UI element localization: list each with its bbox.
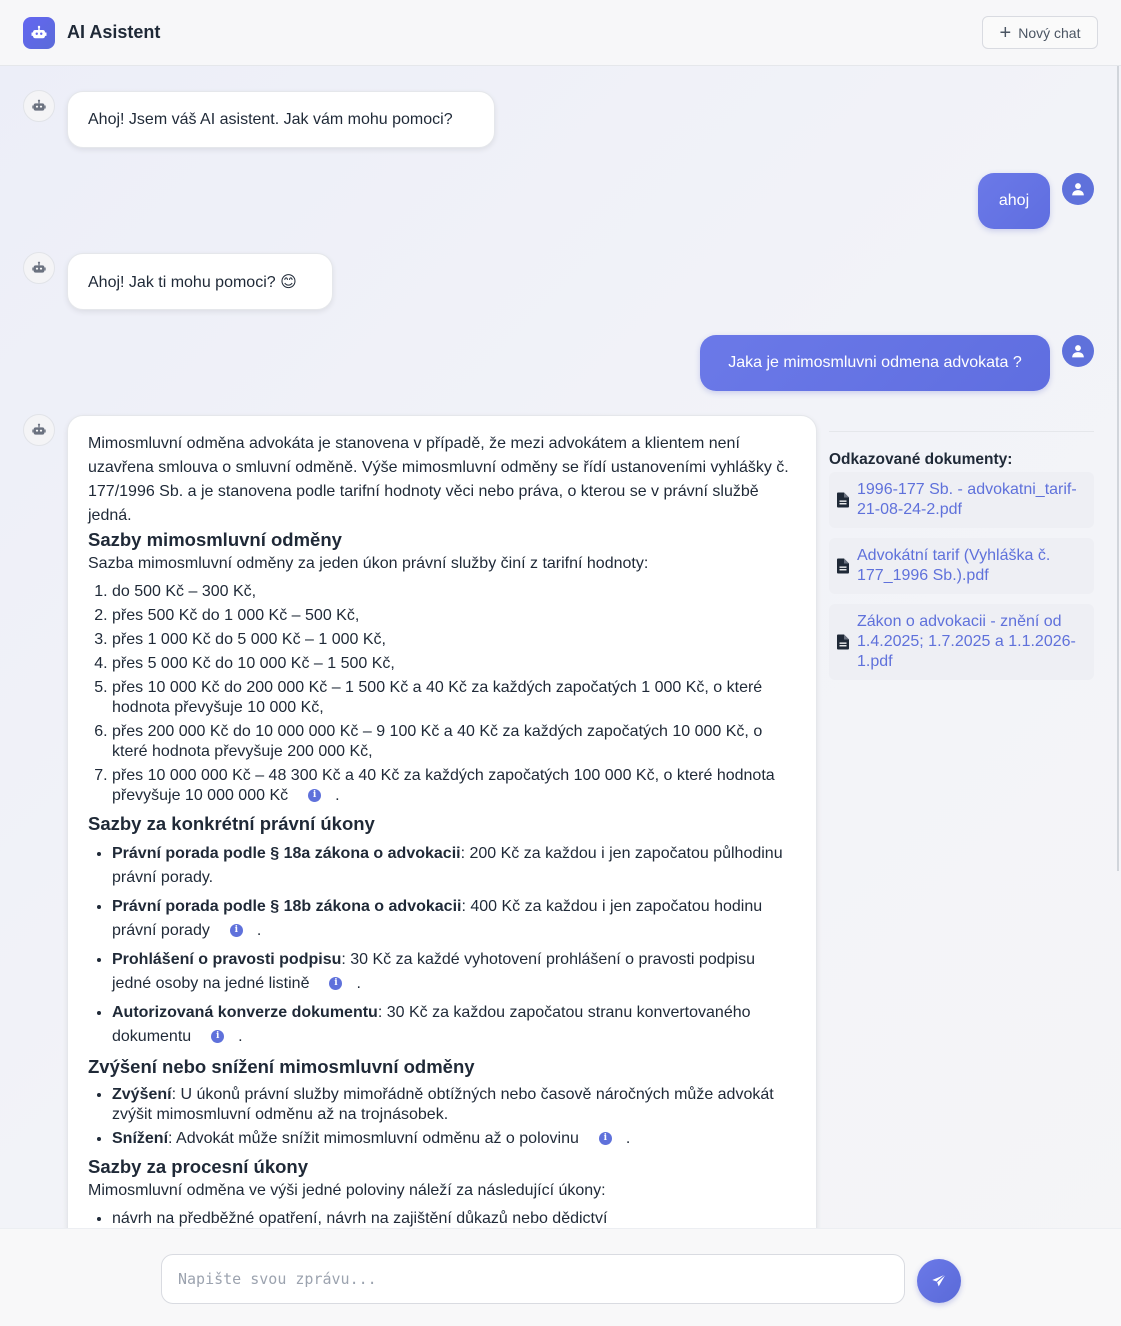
list-item-text: : U úkonů právní služby mimořádně obtížn…: [112, 1086, 774, 1123]
robot-icon: [32, 423, 46, 435]
document-icon: [837, 558, 849, 574]
bullet-list: Zvýšení: U úkonů právní služby mimořádně…: [112, 1085, 796, 1149]
section-text: Sazba mimosmluvní odměny za jeden úkon p…: [88, 555, 649, 572]
bot-avatar: [23, 414, 55, 446]
list-item-bold: Právní porada podle § 18a zákona o advok…: [112, 845, 461, 862]
list-item-bold: Prohlášení o pravosti podpisu: [112, 951, 342, 968]
user-icon: [1072, 345, 1084, 358]
list-item: přes 10 000 Kč do 200 000 Kč – 1 500 Kč …: [112, 678, 796, 718]
section-heading: Sazby mimosmluvní odměny: [88, 529, 342, 550]
list-item-bold: Zvýšení: [112, 1086, 172, 1103]
new-chat-label: Nový chat: [1018, 24, 1081, 41]
user-icon: [1072, 183, 1084, 196]
assistant-message: Ahoj! Jsem váš AI asistent. Jak vám mohu…: [67, 91, 495, 148]
list-item: Zvýšení: U úkonů právní služby mimořádně…: [112, 1085, 796, 1125]
list-item: návrh na předběžné opatření, návrh na za…: [112, 1209, 796, 1228]
period: .: [256, 922, 262, 939]
message-input[interactable]: [161, 1254, 905, 1304]
info-icon[interactable]: i: [211, 1030, 225, 1044]
send-button[interactable]: [917, 1259, 961, 1303]
message-text: ahoj: [998, 192, 1030, 209]
list-item-text: přes 10 000 000 Kč – 48 300 Kč a 40 Kč z…: [112, 767, 775, 804]
robot-icon: [23, 16, 55, 49]
input-bar: [0, 1228, 1121, 1326]
reference-link[interactable]: Advokátní tarif (Vyhláška č. 177_1996 Sb…: [829, 538, 1094, 594]
info-icon[interactable]: i: [308, 789, 322, 803]
reference-label: Advokátní tarif (Vyhláška č. 177_1996 Sb…: [857, 547, 1051, 584]
list-item: přes 200 000 Kč do 10 000 000 Kč – 9 100…: [112, 722, 796, 762]
section-heading: Zvýšení nebo snížení mimosmluvní odměny: [88, 1056, 475, 1077]
list-item: přes 5 000 Kč do 10 000 Kč – 1 500 Kč,: [112, 654, 796, 674]
robot-icon: [32, 261, 46, 273]
info-icon[interactable]: i: [229, 924, 243, 938]
message-text: Jaka je mimosmluvni odmena advokata ?: [728, 354, 1022, 371]
list-item: Právní porada podle § 18a zákona o advok…: [112, 842, 796, 890]
document-icon: [837, 634, 849, 650]
document-icon: [837, 492, 849, 508]
bullet-list: Právní porada podle § 18a zákona o advok…: [112, 842, 796, 1049]
robot-icon: [32, 99, 46, 111]
assistant-answer: Mimosmluvní odměna advokáta je stanovena…: [67, 415, 817, 1228]
app-header: AI Asistent + Nový chat: [0, 0, 1121, 66]
reference-link[interactable]: Zákon o advokacii - znění od 1.4.2025; 1…: [829, 604, 1094, 680]
list-item-text: : Advokát může snížit mimosmluvní odměnu…: [168, 1130, 579, 1147]
list-item-bold: Snížení: [112, 1130, 169, 1147]
answer-intro: Mimosmluvní odměna advokáta je stanovena…: [88, 435, 789, 524]
assistant-message: Ahoj! Jak ti mohu pomoci? 😊: [67, 253, 333, 310]
chat-area[interactable]: Ahoj! Jsem váš AI asistent. Jak vám mohu…: [0, 66, 1121, 1228]
user-message: Jaka je mimosmluvni odmena advokata ?: [700, 335, 1050, 391]
user-avatar: [1062, 335, 1094, 367]
list-item: Snížení: Advokát může snížit mimosmluvní…: [112, 1129, 796, 1149]
section-text: Mimosmluvní odměna ve výši jedné polovin…: [88, 1182, 606, 1199]
user-message: ahoj: [978, 173, 1050, 229]
list-item-bold: Právní porada podle § 18b zákona o advok…: [112, 898, 462, 915]
list-item: do 500 Kč – 300 Kč,: [112, 582, 796, 602]
period: .: [238, 1028, 243, 1045]
list-item: přes 500 Kč do 1 000 Kč – 500 Kč,: [112, 606, 796, 626]
new-chat-button[interactable]: + Nový chat: [982, 16, 1098, 49]
scrollbar[interactable]: [1117, 66, 1119, 871]
bot-avatar: [23, 90, 55, 122]
info-icon[interactable]: i: [598, 1132, 612, 1146]
section-heading: Sazby za procesní úkony: [88, 1156, 309, 1177]
period: .: [335, 787, 340, 804]
reference-label: Zákon o advokacii - znění od 1.4.2025; 1…: [857, 613, 1076, 670]
bot-avatar: [23, 252, 55, 284]
message-text: Ahoj! Jsem váš AI asistent. Jak vám mohu…: [88, 110, 453, 128]
list-item: přes 10 000 000 Kč – 48 300 Kč a 40 Kč z…: [112, 766, 796, 806]
list-item: přes 1 000 Kč do 5 000 Kč – 1 000 Kč,: [112, 630, 796, 650]
info-icon[interactable]: i: [329, 977, 343, 991]
rate-list: do 500 Kč – 300 Kč, přes 500 Kč do 1 000…: [112, 582, 796, 806]
app-title: AI Asistent: [67, 22, 161, 42]
list-item: Právní porada podle § 18b zákona o advok…: [112, 895, 796, 943]
message-text: Ahoj! Jak ti mohu pomoci? 😊: [88, 273, 297, 291]
list-item-bold: Autorizovaná konverze dokumentu: [112, 1004, 378, 1021]
period: .: [625, 1130, 631, 1147]
paper-plane-icon: [932, 1273, 947, 1287]
references-panel: Odkazované dokumenty: 1996-177 Sb. - adv…: [829, 431, 1094, 690]
reference-label: 1996-177 Sb. - advokatni_tarif-21-08-24-…: [857, 481, 1077, 518]
list-item: Autorizovaná konverze dokumentu: 30 Kč z…: [112, 1001, 796, 1049]
user-avatar: [1062, 173, 1094, 205]
bullet-list: návrh na předběžné opatření, návrh na za…: [112, 1209, 796, 1228]
plus-icon: +: [999, 21, 1012, 44]
section-heading: Sazby za konkrétní právní úkony: [88, 813, 375, 834]
references-title: Odkazované dokumenty:: [829, 451, 1013, 468]
reference-link[interactable]: 1996-177 Sb. - advokatni_tarif-21-08-24-…: [829, 472, 1094, 528]
period: .: [356, 975, 361, 992]
list-item: Prohlášení o pravosti podpisu: 30 Kč za …: [112, 948, 796, 996]
